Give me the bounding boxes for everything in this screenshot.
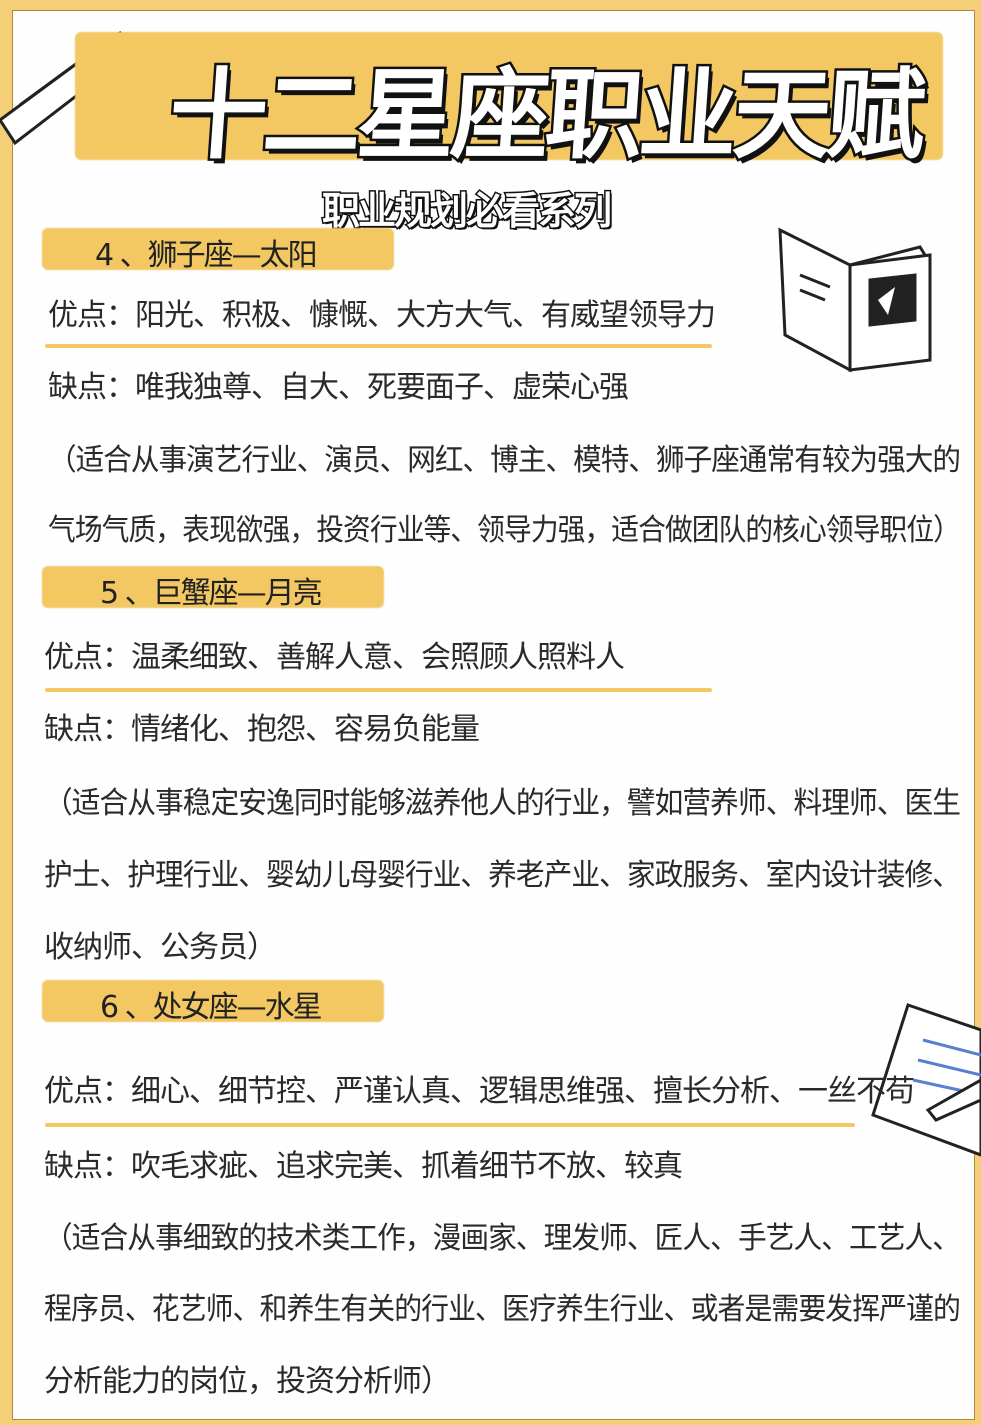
cancer-careers-2: 护士、护理行业、婴幼儿母婴行业、养老产业、家政服务、室内设计装修、 [44, 858, 961, 893]
section-header-cancer: 5 、巨蟹座—月亮 [100, 576, 323, 611]
virgo-cons: 缺点：吹毛求疵、追求完美、抓着细节不放、较真 [44, 1149, 683, 1184]
leo-careers-2: 气场气质，表现欲强，投资行业等、领导力强，适合做团队的核心领导职位） [48, 513, 961, 548]
page-subtitle: 职业规划必看系列 [320, 188, 613, 235]
cancer-cons: 缺点：情绪化、抱怨、容易负能量 [44, 712, 480, 747]
leo-cons: 缺点：唯我独尊、自大、死要面子、虚荣心强 [48, 370, 629, 405]
page-title: 十二星座职业天赋 [163, 57, 928, 176]
divider [45, 1123, 855, 1127]
section-header-leo: 4 、狮子座—太阳 [95, 238, 318, 273]
divider [45, 688, 712, 692]
divider [45, 344, 712, 348]
leo-careers-1: （适合从事演艺行业、演员、网红、博主、模特、狮子座通常有较为强大的 [48, 443, 961, 478]
virgo-careers-2: 程序员、花艺师、和养生有关的行业、医疗养生行业、或者是需要发挥严谨的 [44, 1292, 961, 1327]
cancer-careers-1: （适合从事稳定安逸同时能够滋养他人的行业，譬如营养师、料理师、医生 [44, 786, 961, 821]
virgo-pros: 优点：细心、细节控、严谨认真、逻辑思维强、擅长分析、一丝不苟 [44, 1074, 915, 1109]
leo-pros: 优点：阳光、积极、慷慨、大方大气、有威望领导力 [48, 298, 716, 333]
book-icon [778, 227, 932, 373]
section-header-virgo: 6 、处女座—水星 [100, 990, 323, 1025]
virgo-careers-1: （适合从事细致的技术类工作，漫画家、理发师、匠人、手艺人、工艺人、 [44, 1221, 961, 1256]
cancer-careers-3: 收纳师、公务员） [44, 930, 277, 965]
virgo-careers-3: 分析能力的岗位，投资分析师） [44, 1364, 451, 1399]
cancer-pros: 优点：温柔细致、善解人意、会照顾人照料人 [44, 640, 625, 675]
